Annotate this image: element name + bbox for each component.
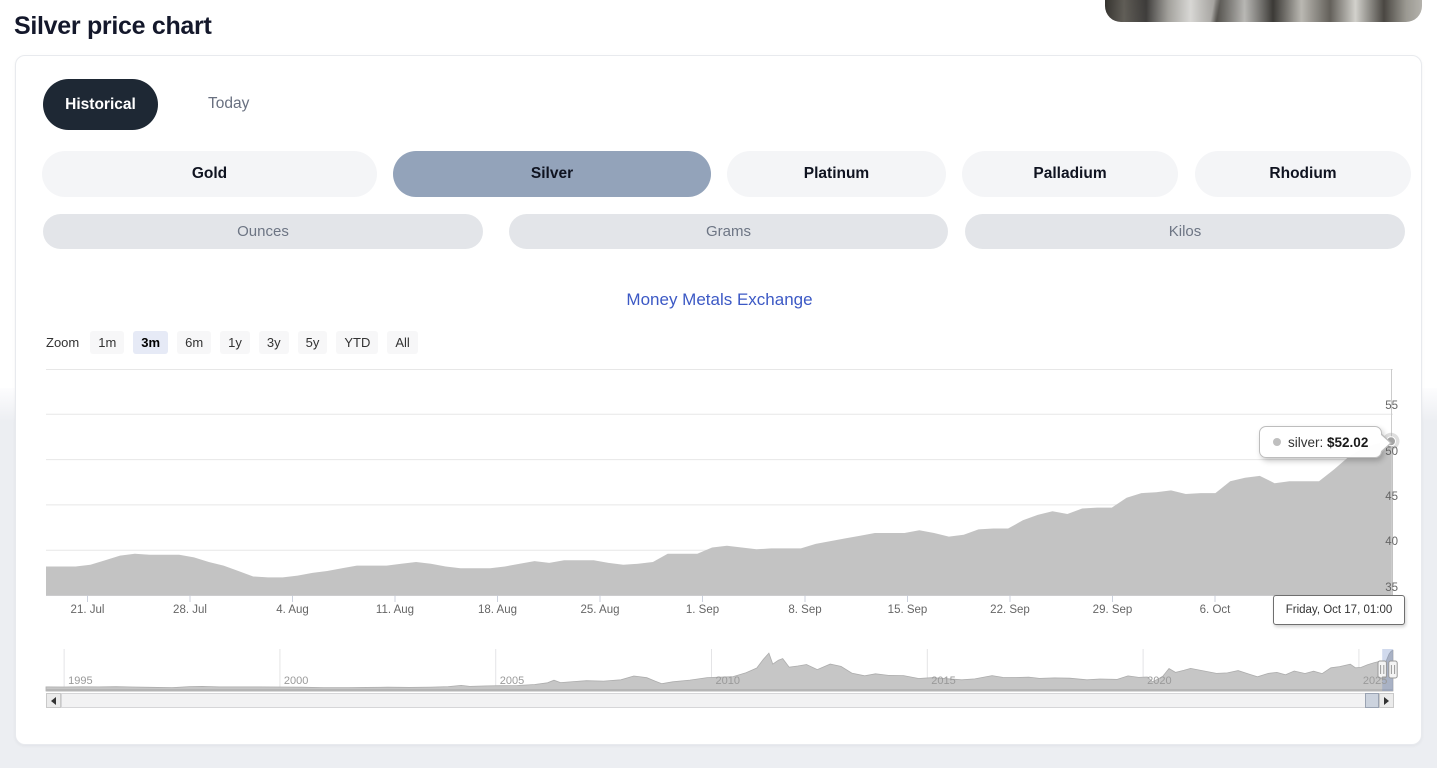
range-button-3y[interactable]: 3y (259, 331, 289, 354)
x-axis-label: 21. Jul (43, 604, 133, 616)
x-axis-label: 6. Oct (1170, 604, 1260, 616)
zoom-label: Zoom (46, 335, 79, 350)
x-axis-label: 29. Sep (1068, 604, 1158, 616)
tooltip-text: silver: $52.02 (1288, 435, 1368, 450)
range-button-6m[interactable]: 6m (177, 331, 211, 354)
x-axis-label: 11. Aug (350, 604, 440, 616)
range-button-1m[interactable]: 1m (90, 331, 124, 354)
tab-historical[interactable]: Historical (43, 79, 158, 130)
nav-year-label: 2000 (284, 675, 308, 687)
unit-button-ounces[interactable]: Ounces (43, 214, 483, 249)
range-button-all[interactable]: All (387, 331, 417, 354)
x-axis-label: 22. Sep (965, 604, 1055, 616)
nav-handle-right[interactable] (1389, 661, 1397, 678)
range-buttons: Zoom 1m 3m 6m 1y 3y 5y YTD All (46, 331, 418, 354)
scrollbar-track[interactable] (61, 693, 1380, 708)
chart-title-link[interactable]: Money Metals Exchange (16, 290, 1423, 310)
silver-area-series (46, 441, 1393, 595)
nav-year-label: 2025 (1363, 675, 1387, 687)
y-axis-label: 35 (1338, 582, 1398, 594)
chart-scrollbar (46, 693, 1394, 708)
y-axis-label: 55 (1338, 400, 1398, 412)
unit-button-grams[interactable]: Grams (509, 214, 948, 249)
main-chart[interactable] (46, 369, 1393, 596)
range-button-5y[interactable]: 5y (298, 331, 328, 354)
metal-button-silver[interactable]: Silver (393, 151, 711, 197)
metal-button-rhodium[interactable]: Rhodium (1195, 151, 1411, 197)
nav-year-label: 2005 (500, 675, 524, 687)
x-axis-label: 18. Aug (453, 604, 543, 616)
range-button-ytd[interactable]: YTD (336, 331, 378, 354)
crosshair-date-label: Friday, Oct 17, 01:00 (1273, 595, 1405, 625)
chart-card: Historical Today Gold Silver Platinum Pa… (15, 55, 1422, 745)
y-axis-label: 40 (1338, 536, 1398, 548)
metal-button-platinum[interactable]: Platinum (727, 151, 946, 197)
tab-today[interactable]: Today (208, 95, 249, 113)
nav-year-label: 2010 (716, 675, 740, 687)
x-axis-label: 28. Jul (145, 604, 235, 616)
metal-button-palladium[interactable]: Palladium (962, 151, 1178, 197)
nav-year-label: 1995 (68, 675, 92, 687)
nav-year-label: 2020 (1147, 675, 1171, 687)
x-axis-label: 25. Aug (555, 604, 645, 616)
metal-button-gold[interactable]: Gold (42, 151, 377, 197)
chart-tooltip: silver: $52.02 (1259, 426, 1382, 458)
x-axis-label: 15. Sep (863, 604, 953, 616)
nav-year-label: 2015 (931, 675, 955, 687)
range-button-3m[interactable]: 3m (133, 331, 168, 354)
y-axis-label: 45 (1338, 491, 1398, 503)
unit-button-kilos[interactable]: Kilos (965, 214, 1405, 249)
x-axis-label: 8. Sep (760, 604, 850, 616)
series-marker-icon (1273, 438, 1281, 446)
silver-bars-photo (1105, 0, 1422, 22)
x-axis-label: 4. Aug (248, 604, 338, 616)
x-axis-label: 1. Sep (658, 604, 748, 616)
scrollbar-right-arrow-icon[interactable] (1379, 693, 1394, 708)
scrollbar-left-arrow-icon[interactable] (46, 693, 61, 708)
scrollbar-thumb[interactable] (1365, 693, 1379, 708)
range-button-1y[interactable]: 1y (220, 331, 250, 354)
page: Silver price chart Historical Today Gold… (0, 0, 1437, 768)
page-title: Silver price chart (14, 12, 211, 41)
